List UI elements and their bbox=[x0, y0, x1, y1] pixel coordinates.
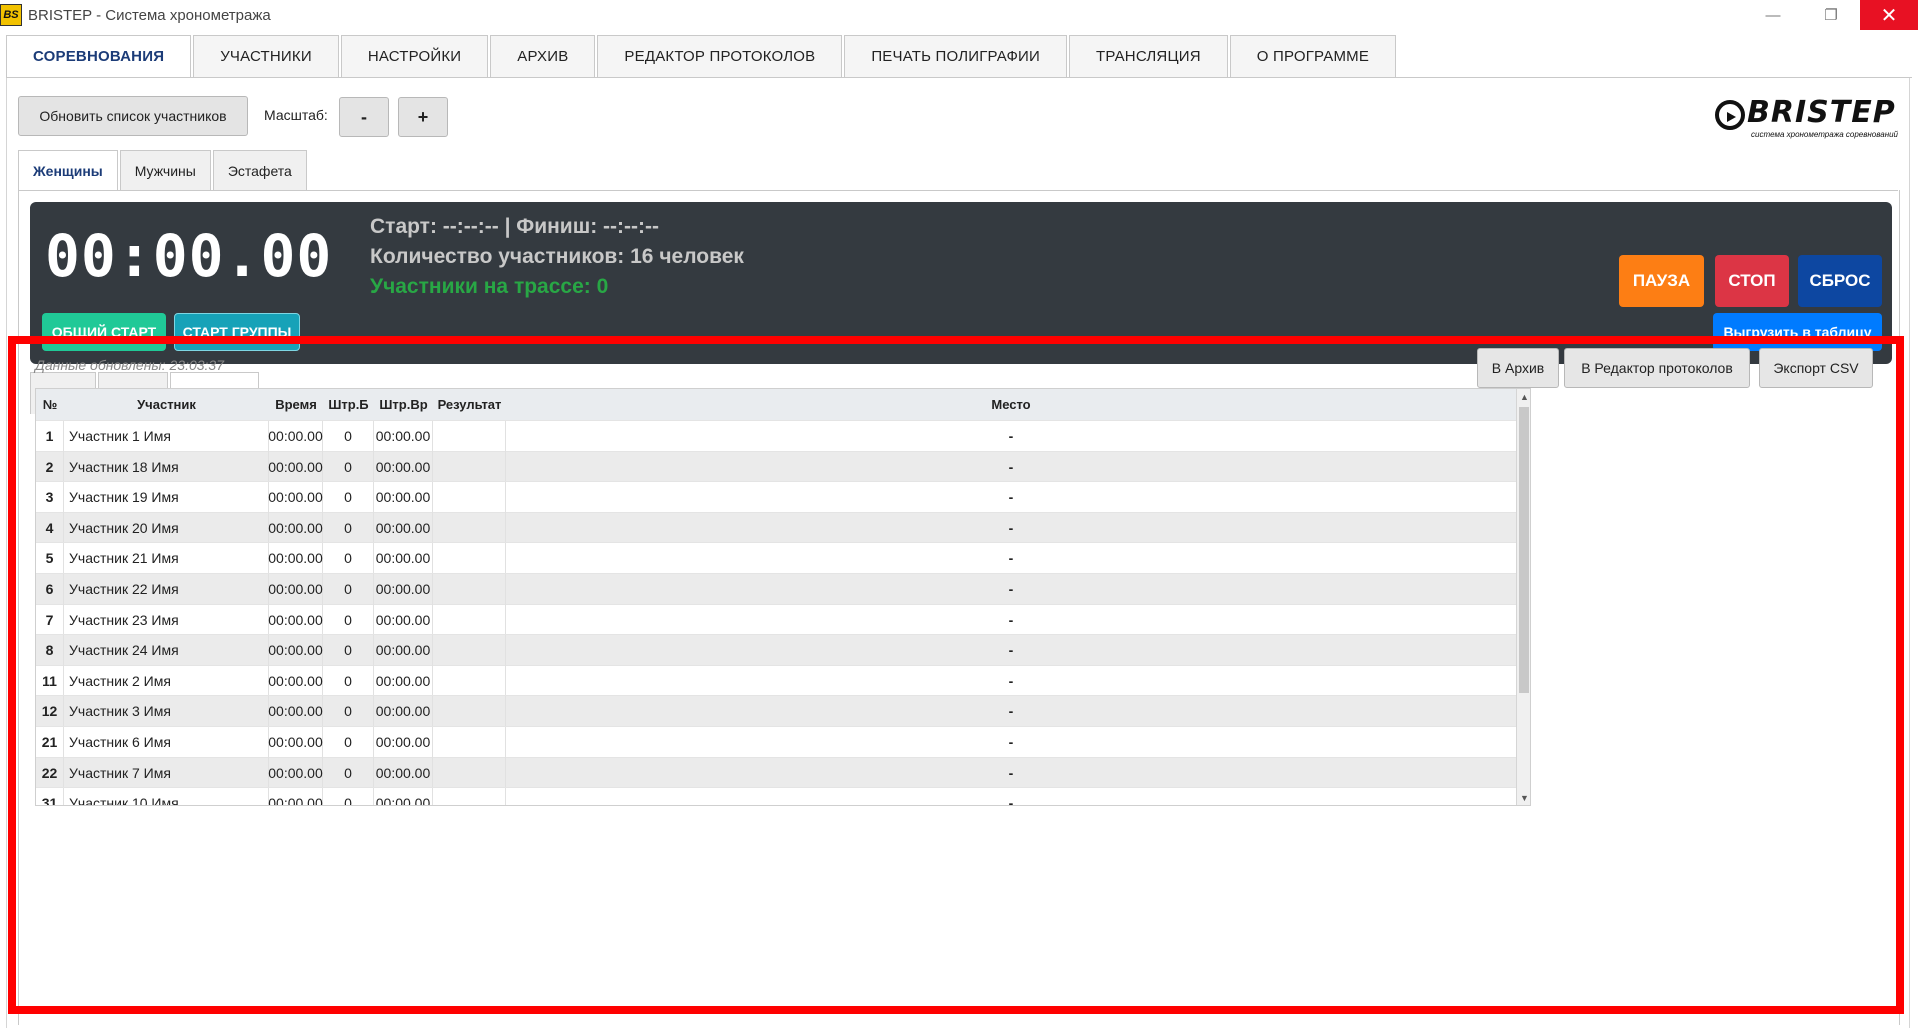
tab-archive[interactable]: АРХИВ bbox=[490, 35, 596, 77]
tab-men[interactable]: Мужчины bbox=[119, 150, 211, 190]
logo-word: BRISTEP bbox=[1747, 95, 1896, 130]
stop-button[interactable]: СТОП bbox=[1715, 255, 1789, 307]
scale-minus-button[interactable]: - bbox=[339, 97, 389, 137]
gender-tabs: Женщины Мужчины Эстафета bbox=[18, 150, 309, 190]
scale-label: Масштаб: bbox=[264, 107, 328, 123]
race-clock: 00:00.00 bbox=[45, 222, 333, 290]
tab-relay[interactable]: Эстафета bbox=[212, 150, 307, 190]
on-track-count: Участники на трассе: 0 bbox=[370, 275, 609, 298]
main-tabs: СОРЕВНОВАНИЯ УЧАСТНИКИ НАСТРОЙКИ АРХИВ Р… bbox=[6, 35, 1398, 77]
restore-icon[interactable]: ❐ bbox=[1802, 0, 1860, 30]
pause-button[interactable]: ПАУЗА bbox=[1619, 255, 1704, 307]
window-title: BRISTEP - Система хронометража bbox=[28, 6, 271, 24]
tab-about[interactable]: О ПРОГРАММЕ bbox=[1229, 35, 1397, 77]
tab-broadcast[interactable]: ТРАНСЛЯЦИЯ bbox=[1069, 35, 1228, 77]
reset-button[interactable]: СБРОС bbox=[1798, 255, 1882, 307]
tab-settings[interactable]: НАСТРОЙКИ bbox=[340, 35, 489, 77]
tab-protocol-editor[interactable]: РЕДАКТОР ПРОТОКОЛОВ bbox=[597, 35, 843, 77]
stopwatch-icon bbox=[1715, 100, 1745, 130]
close-icon[interactable]: ✕ bbox=[1860, 0, 1918, 30]
participants-count: Количество участников: 16 человек bbox=[370, 245, 744, 268]
window-controls: — ❐ ✕ bbox=[1744, 0, 1918, 30]
title-bar: BS BRISTEP - Система хронометража — ❐ ✕ bbox=[0, 0, 1918, 30]
tab-competitions[interactable]: СОРЕВНОВАНИЯ bbox=[6, 35, 192, 77]
refresh-participants-button[interactable]: Обновить список участников bbox=[18, 96, 248, 136]
tab-participants[interactable]: УЧАСТНИКИ bbox=[193, 35, 339, 77]
logo-subtitle: система хронометража соревнований bbox=[1751, 130, 1898, 139]
app-logo-icon: BS bbox=[0, 4, 22, 26]
scale-plus-button[interactable]: + bbox=[398, 97, 448, 137]
tab-printing[interactable]: ПЕЧАТЬ ПОЛИГРАФИИ bbox=[844, 35, 1068, 77]
start-finish-text: Старт: --:--:-- | Финиш: --:--:-- bbox=[370, 215, 659, 238]
bristep-logo: BRISTEP система хронометража соревновани… bbox=[1707, 95, 1898, 145]
highlight-frame bbox=[8, 336, 1904, 1014]
minimize-icon[interactable]: — bbox=[1744, 0, 1802, 30]
tab-women[interactable]: Женщины bbox=[18, 150, 118, 190]
